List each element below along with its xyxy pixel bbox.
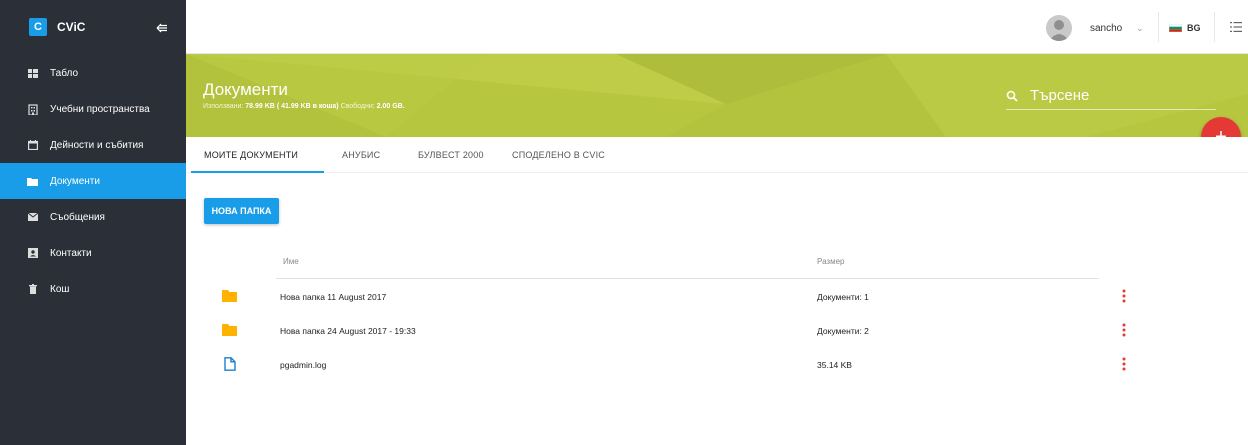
tab-shared-in-cvic[interactable]: СПОДЕЛЕНО В CVIC xyxy=(512,137,605,173)
folder-icon xyxy=(222,290,237,302)
search-input[interactable] xyxy=(1030,87,1200,104)
app-root: C CViC Табло Учебни пространства Дейност… xyxy=(0,0,1248,445)
sidebar-item-label: Учебни пространства xyxy=(50,103,150,115)
username[interactable]: sancho xyxy=(1090,23,1122,34)
search-icon[interactable] xyxy=(1006,90,1018,102)
page-title: Документи xyxy=(203,80,288,99)
column-header-name[interactable]: Име xyxy=(283,257,299,266)
sidebar-item-activities[interactable]: Дейности и събития xyxy=(0,127,186,163)
trash-icon xyxy=(27,284,38,295)
column-header-size[interactable]: Размер xyxy=(817,257,845,266)
tabs: МОИТЕ ДОКУМЕНТИ АНУБИС БУЛВЕСТ 2000 СПОД… xyxy=(186,137,1248,173)
row-name[interactable]: Нова папка 11 August 2017 xyxy=(280,292,386,302)
more-vert-icon[interactable] xyxy=(1119,287,1129,305)
row-name[interactable]: pgadmin.log xyxy=(280,360,326,370)
collapse-sidebar-icon[interactable] xyxy=(155,21,169,35)
brand: C CViC xyxy=(0,0,186,54)
page-header: Документи Използвани: 78.99 KB ( 41.99 K… xyxy=(186,54,1248,137)
more-vert-icon[interactable] xyxy=(1119,355,1129,373)
contact-card-icon xyxy=(27,248,38,259)
storage-free-value: 2.00 GB. xyxy=(376,103,405,110)
language-selector[interactable]: BG xyxy=(1187,23,1201,33)
row-name[interactable]: Нова папка 24 August 2017 - 19:33 xyxy=(280,326,416,336)
avatar[interactable] xyxy=(1046,15,1072,41)
more-vert-icon[interactable] xyxy=(1119,321,1129,339)
new-folder-button[interactable]: НОВА ПАПКА xyxy=(204,198,279,224)
tab-bulvest-2000[interactable]: БУЛВЕСТ 2000 xyxy=(418,137,484,173)
sidebar-item-documents[interactable]: Документи xyxy=(0,163,186,199)
list-menu-icon[interactable] xyxy=(1230,21,1242,33)
table-row[interactable]: Нова папка 24 August 2017 - 19:33 Докуме… xyxy=(204,314,1164,348)
file-icon xyxy=(224,357,236,371)
search-box xyxy=(1006,82,1216,110)
sidebar-item-messages[interactable]: Съобщения xyxy=(0,199,186,235)
row-size: Документи: 2 xyxy=(817,326,869,336)
sidebar-item-label: Дейности и събития xyxy=(50,139,144,151)
chevron-down-icon[interactable]: ⌄ xyxy=(1136,23,1144,34)
folder-icon xyxy=(222,324,237,336)
mail-icon xyxy=(27,212,38,223)
divider xyxy=(1214,12,1215,42)
storage-free-label: Свободни: xyxy=(340,103,375,110)
building-icon xyxy=(27,103,38,115)
divider xyxy=(1158,12,1159,42)
sidebar-item-label: Кош xyxy=(50,283,70,295)
dashboard-icon xyxy=(27,68,38,79)
brand-name[interactable]: CViC xyxy=(57,20,85,34)
top-bar: sancho ⌄ BG xyxy=(186,0,1248,54)
bulgaria-flag-icon[interactable] xyxy=(1169,24,1182,32)
sidebar: C CViC Табло Учебни пространства Дейност… xyxy=(0,0,186,445)
row-size: Документи: 1 xyxy=(817,292,869,302)
active-tab-indicator xyxy=(191,171,324,173)
sidebar-item-dashboard[interactable]: Табло xyxy=(0,55,186,91)
storage-used-value: 78.99 KB xyxy=(245,103,275,110)
sidebar-item-label: Документи xyxy=(50,175,100,187)
table-header: Име Размер xyxy=(276,246,1099,279)
sidebar-item-contacts[interactable]: Контакти xyxy=(0,235,186,271)
storage-trash-value: ( 41.99 KB в коша) xyxy=(276,103,339,110)
table-row[interactable]: pgadmin.log 35.14 KB xyxy=(204,348,1164,382)
folder-icon xyxy=(27,176,38,187)
table-row[interactable]: Нова папка 11 August 2017 Документи: 1 xyxy=(204,280,1164,314)
sidebar-item-label: Табло xyxy=(50,67,79,79)
row-size: 35.14 KB xyxy=(817,360,852,370)
sidebar-nav: Табло Учебни пространства Дейности и съб… xyxy=(0,55,186,307)
storage-info: Използвани: 78.99 KB ( 41.99 KB в коша) … xyxy=(203,103,405,110)
calendar-icon xyxy=(27,140,38,151)
sidebar-item-learning-spaces[interactable]: Учебни пространства xyxy=(0,91,186,127)
storage-used-label: Използвани: xyxy=(203,103,244,110)
sidebar-item-label: Контакти xyxy=(50,247,92,259)
tab-my-documents[interactable]: МОИТЕ ДОКУМЕНТИ xyxy=(204,137,298,173)
sidebar-item-label: Съобщения xyxy=(50,211,105,223)
tab-anubis[interactable]: АНУБИС xyxy=(342,137,380,173)
brand-logo[interactable]: C xyxy=(29,18,47,36)
sidebar-item-trash[interactable]: Кош xyxy=(0,271,186,307)
